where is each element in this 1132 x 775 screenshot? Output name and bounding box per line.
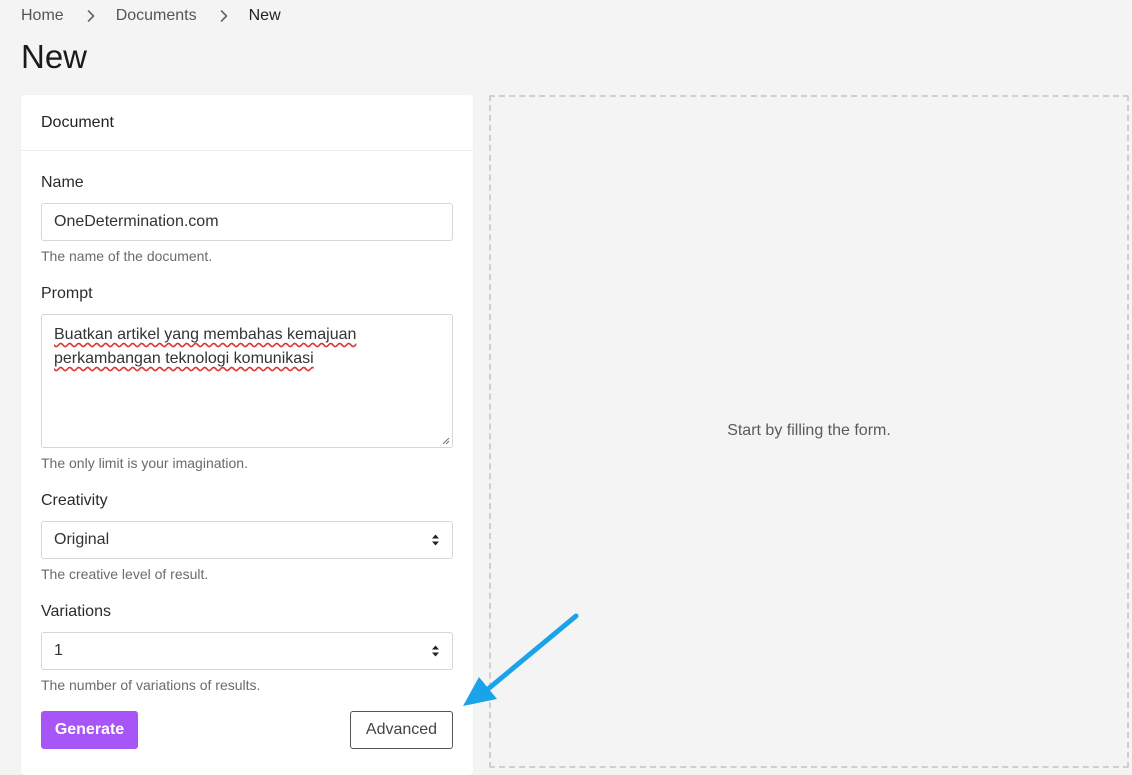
breadcrumb-current: New: [248, 7, 281, 24]
sort-arrows-icon: [432, 645, 439, 657]
breadcrumb-home[interactable]: Home: [21, 7, 64, 25]
page-title: New: [21, 38, 88, 75]
breadcrumb: Home Documents New: [21, 7, 281, 25]
breadcrumb-documents[interactable]: Documents: [116, 7, 197, 25]
variations-select[interactable]: 1: [41, 632, 453, 670]
name-help: The name of the document.: [41, 248, 213, 264]
prompt-textarea-value: Buatkan artikel yang membahas kemajuan p…: [54, 326, 357, 367]
generate-button[interactable]: Generate: [41, 711, 138, 749]
card-title: Document: [21, 95, 473, 151]
document-form-card: Document Name OneDetermination.com The n…: [21, 95, 473, 775]
variations-label: Variations: [41, 603, 111, 620]
chevron-right-icon: [215, 7, 233, 25]
prompt-label: Prompt: [41, 285, 93, 302]
variations-select-value: 1: [54, 642, 63, 659]
prompt-help: The only limit is your imagination.: [41, 455, 248, 471]
creativity-select-value: Original: [54, 531, 110, 548]
creativity-help: The creative level of result.: [41, 566, 209, 582]
chevron-right-icon: [82, 7, 100, 25]
sort-arrows-icon: [432, 534, 439, 546]
advanced-button[interactable]: Advanced: [350, 711, 453, 749]
creativity-label: Creativity: [41, 492, 108, 509]
result-panel: Start by filling the form.: [489, 95, 1129, 768]
variations-help: The number of variations of results.: [41, 677, 261, 693]
prompt-textarea[interactable]: Buatkan artikel yang membahas kemajuan p…: [41, 314, 453, 448]
name-input-value: OneDetermination.com: [54, 213, 219, 230]
name-input[interactable]: OneDetermination.com: [41, 203, 453, 241]
resize-handle-icon[interactable]: [440, 435, 450, 445]
empty-state-message: Start by filling the form.: [727, 421, 891, 439]
creativity-select[interactable]: Original: [41, 521, 453, 559]
name-label: Name: [41, 174, 84, 191]
